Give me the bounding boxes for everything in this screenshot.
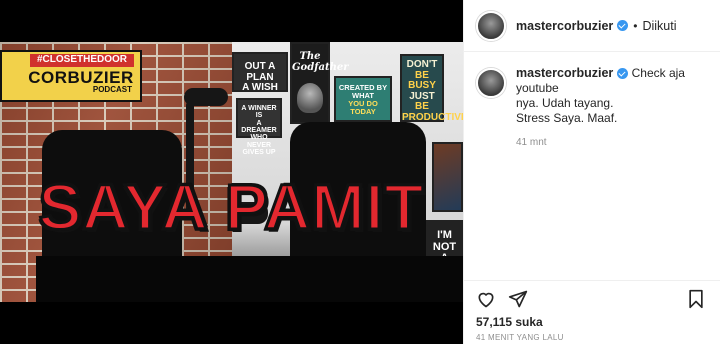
- logo-hashtag: #CLOSETHEDOOR: [30, 54, 134, 67]
- action-bar: [464, 280, 720, 314]
- plan-sign-line: OUT A PLAN: [244, 61, 276, 83]
- logo-subtitle: PODCAST: [92, 85, 132, 95]
- portrait-image: [297, 83, 323, 113]
- logo-brand: CORBUZIER: [28, 67, 134, 87]
- share-icon[interactable]: [508, 289, 528, 309]
- caption-text: nya. Udah tayang.: [516, 96, 614, 110]
- instagram-post: #CLOSETHEDOOR CORBUZIER PODCAST OUT A PL…: [0, 0, 720, 344]
- bookmark-icon[interactable]: [686, 289, 706, 309]
- post-sidebar: mastercorbuzier • Diikuti mastercorbuzie…: [463, 0, 720, 344]
- caption-timestamp[interactable]: 41 mnt: [516, 135, 708, 150]
- separator-dot: •: [633, 18, 638, 33]
- verified-badge-icon: [617, 20, 629, 31]
- post-media[interactable]: #CLOSETHEDOOR CORBUZIER PODCAST OUT A PL…: [0, 0, 463, 344]
- post-photo: #CLOSETHEDOOR CORBUZIER PODCAST OUT A PL…: [0, 42, 463, 302]
- header-username[interactable]: mastercorbuzier: [516, 19, 613, 33]
- desk: [36, 256, 463, 302]
- like-count[interactable]: 57,115 suka: [476, 315, 543, 329]
- caption-body: mastercorbuzier Check aja youtube nya. U…: [516, 66, 708, 150]
- winner-sign-line: WHO NEVER: [246, 134, 272, 149]
- post-timestamp[interactable]: 41 MENIT YANG LALU: [476, 333, 564, 342]
- winner-sign: A WINNER IS A DREAMER WHO NEVER GIVES UP: [236, 98, 282, 156]
- heart-icon[interactable]: [476, 289, 496, 309]
- busy-sign: DON'T BE BUSY JUST BE PRODUCTIVE: [400, 54, 463, 122]
- headline-text: SAYA PAMIT: [37, 170, 425, 245]
- plan-sign-line: A WISH: [242, 82, 278, 93]
- avatar[interactable]: [476, 10, 506, 41]
- caption-username[interactable]: mastercorbuzier: [516, 66, 613, 80]
- caption-block: mastercorbuzier Check aja youtube nya. U…: [464, 52, 720, 150]
- winner-sign-line: GIVES UP: [242, 149, 276, 157]
- plan-sign: OUT A PLAN A WISH: [232, 52, 288, 93]
- verified-badge-icon: [617, 68, 629, 80]
- busy-sign-line: DON'T: [406, 59, 438, 70]
- post-header: mastercorbuzier • Diikuti: [464, 0, 720, 52]
- created-sign-line: CREATED BY WHAT: [338, 83, 388, 100]
- godfather-poster: The Godfather: [290, 42, 349, 124]
- winner-sign-line: A DREAMER: [241, 119, 277, 135]
- busy-sign-line: BE: [415, 101, 429, 112]
- godfather-title: The Godfather: [292, 51, 349, 73]
- winner-sign-line: A WINNER IS: [241, 105, 277, 120]
- busy-sign-line: BE BUSY: [408, 69, 436, 91]
- following-button[interactable]: Diikuti: [642, 19, 676, 33]
- avatar[interactable]: [476, 68, 506, 98]
- created-sign-line: YOU DO TODAY: [348, 98, 378, 116]
- caption-text: Stress Saya. Maaf.: [516, 111, 618, 125]
- created-sign: CREATED BY WHAT YOU DO TODAY: [334, 76, 392, 122]
- podcast-logo-sign: #CLOSETHEDOOR CORBUZIER PODCAST: [0, 50, 142, 102]
